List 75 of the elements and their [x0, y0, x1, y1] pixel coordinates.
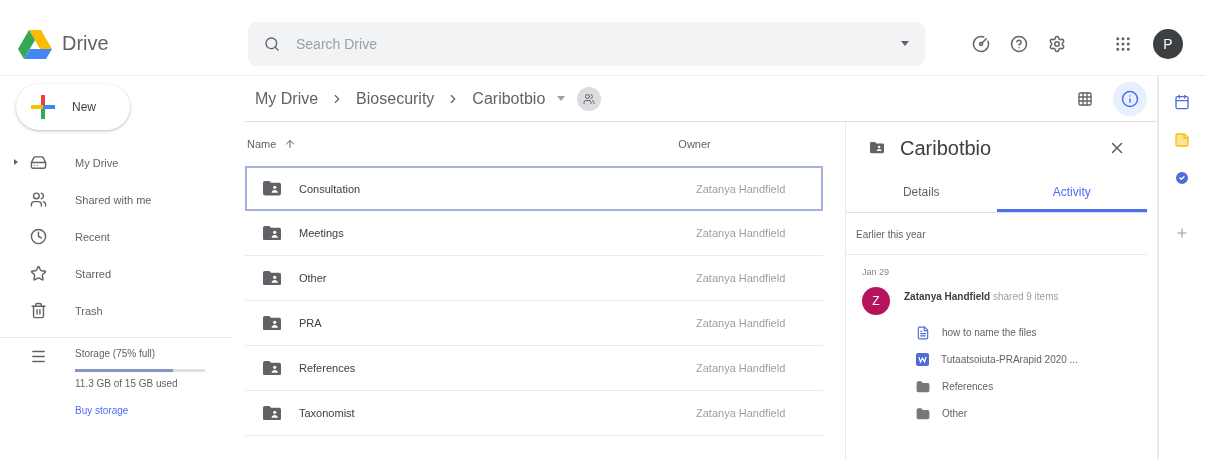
buy-storage-link[interactable]: Buy storage [75, 405, 215, 416]
storage-icon [30, 348, 47, 365]
file-row[interactable]: Meetings Zatanya Handfield [245, 211, 823, 256]
activity-date: Jan 29 [861, 266, 891, 277]
shared-item[interactable]: how to name the files [942, 327, 1037, 338]
folder-name: Consultation [299, 182, 362, 195]
folder-name: Other [299, 272, 328, 284]
recent-icon [30, 228, 47, 245]
account-avatar[interactable]: P [1153, 28, 1183, 59]
column-header[interactable]: Owner [678, 138, 711, 150]
column-header[interactable]: Name [247, 138, 277, 150]
owner-name: Zatanya Handfield [696, 407, 786, 419]
document-icon [916, 325, 930, 340]
owner-name: Zatanya Handfield [696, 227, 786, 239]
sidebar-item[interactable]: Starred [0, 255, 233, 292]
shared-folder-icon [263, 315, 281, 331]
folder-name: Taxonomist [299, 407, 356, 419]
app-name: Drive [62, 32, 109, 55]
section-heading: Earlier this year [846, 213, 1147, 255]
storage-label: Storage (75% full) [75, 348, 157, 359]
file-row[interactable]: Taxonomist Zatanya Handfield [245, 391, 823, 436]
new-button[interactable]: New [16, 84, 130, 130]
panel-tab[interactable]: Activity [996, 174, 1147, 212]
drive-icon [30, 154, 47, 171]
shared-item[interactable]: References [942, 381, 994, 392]
owner-name: Zatanya Handfield [696, 317, 786, 329]
user-avatar: Z [862, 287, 890, 315]
breadcrumb-item[interactable]: Caribotbio [472, 89, 546, 108]
sidebar-item[interactable]: Trash [0, 292, 233, 329]
shared-folder-icon [870, 142, 884, 154]
file-row[interactable]: Consultation Zatanya Handfield [245, 166, 823, 211]
folder-name: PRA [299, 317, 323, 329]
shared-item[interactable]: Other [942, 408, 967, 419]
folder-icon [916, 379, 930, 394]
sidebar-item[interactable]: Recent [0, 218, 233, 255]
calendar-icon[interactable] [1174, 94, 1190, 110]
activity-text: Zatanya Handfield shared 9 items [904, 290, 1059, 304]
plus-icon [30, 94, 56, 120]
folder-icon [916, 406, 930, 421]
sidebar-item[interactable]: Shared with me [0, 181, 233, 218]
check-icon[interactable] [1174, 170, 1190, 186]
trash-icon [30, 302, 47, 319]
sort-arrow-icon[interactable] [284, 138, 297, 150]
owner-name: Zatanya Handfield [696, 272, 786, 284]
dropdown-caret-icon[interactable] [557, 96, 566, 101]
owner-name: Zatanya Handfield [696, 182, 786, 195]
sidebar-item[interactable]: My Drive [0, 144, 233, 181]
info-icon[interactable] [1113, 81, 1147, 116]
shared-folder-icon [263, 405, 281, 421]
shared-folder-icon [263, 360, 281, 376]
folder-name: Meetings [299, 227, 345, 239]
search-input[interactable]: Search Drive [294, 34, 887, 53]
starred-icon [30, 265, 47, 282]
dropdown-caret-icon [901, 41, 909, 46]
shared-item[interactable]: Tutaatsoiuta-PRArapid 2020 ... [941, 354, 1078, 365]
expand-caret-icon[interactable] [14, 159, 18, 165]
file-row[interactable]: References Zatanya Handfield [245, 346, 823, 391]
shared-folder-icon [263, 270, 281, 286]
breadcrumb-item[interactable]: My Drive [255, 89, 319, 108]
search-field[interactable]: Search Drive [248, 21, 925, 66]
folder-name: References [299, 362, 357, 374]
shared-folder-icon [263, 225, 281, 241]
search-icon [264, 35, 280, 52]
drive-logo-icon [18, 28, 52, 59]
file-row[interactable]: PRA Zatanya Handfield [245, 301, 823, 346]
word-file-icon [916, 353, 929, 366]
file-row[interactable]: Other Zatanya Handfield [245, 256, 823, 301]
shared-icon [30, 191, 47, 208]
owner-name: Zatanya Handfield [696, 362, 786, 374]
shared-folder-icon [263, 181, 281, 196]
shared-users-icon [577, 86, 602, 111]
breadcrumb-item[interactable]: Biosecurity [356, 89, 435, 108]
storage-usage: 11.3 GB of 15 GB used [75, 378, 179, 389]
panel-tab[interactable]: Details [846, 174, 997, 212]
panel-title: Caribotbio [900, 136, 993, 160]
